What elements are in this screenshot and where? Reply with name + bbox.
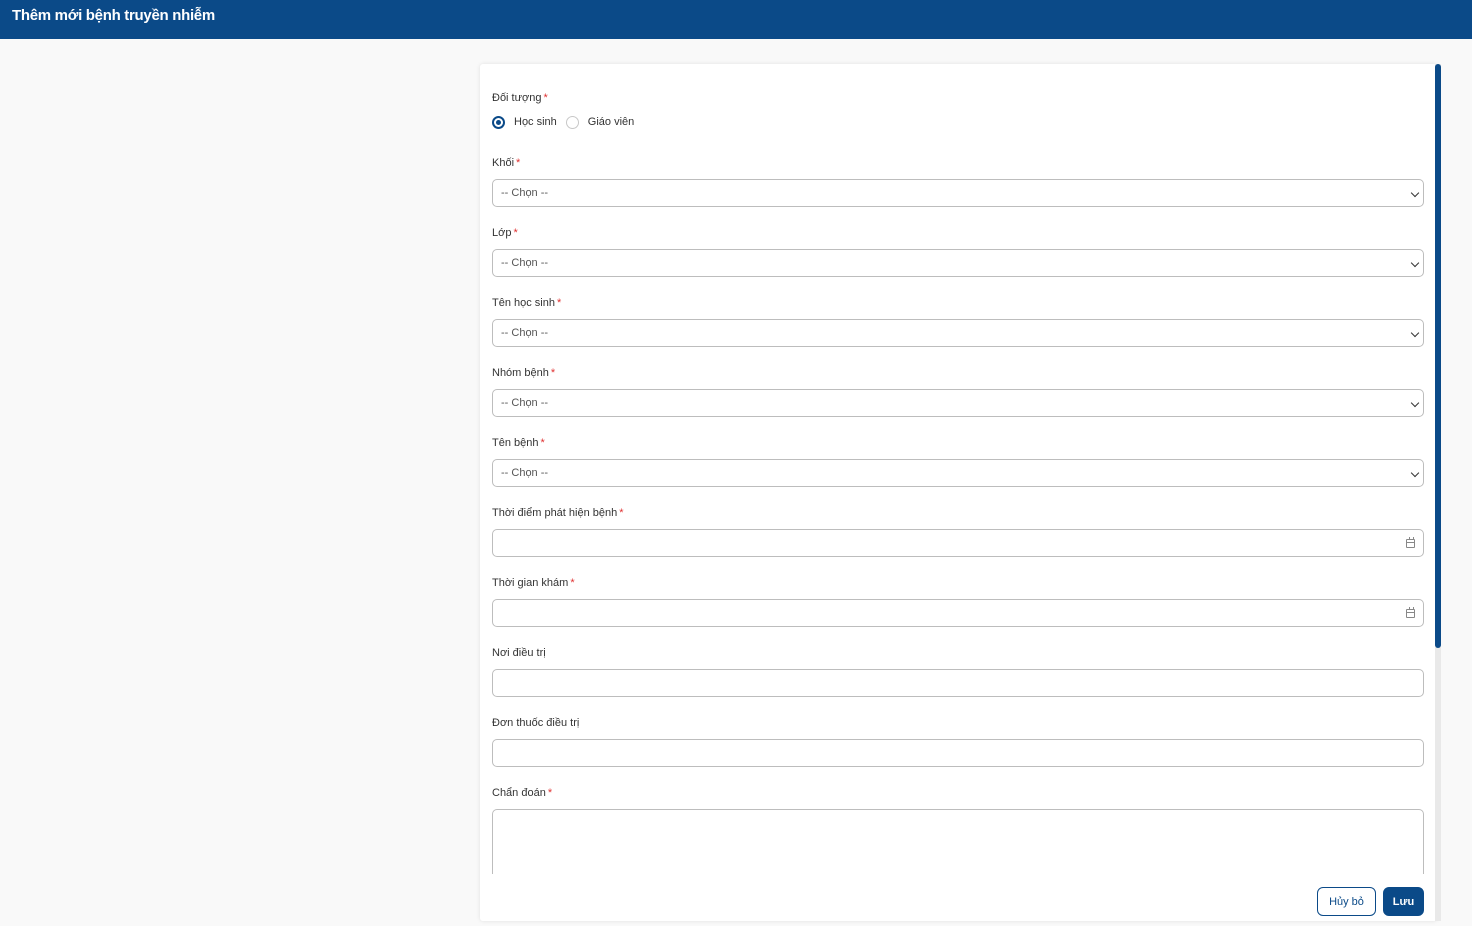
page-title: Thêm mới bệnh truyền nhiễm [12, 7, 215, 24]
select-nhom-benh-value: -- Chọn -- [501, 397, 549, 409]
form-panel: Đối tượng * Học sinh Giáo viên Khối * -- C… [480, 64, 1437, 921]
calendar-icon[interactable] [1406, 607, 1415, 618]
select-ten-hoc-sinh-value: -- Chọn -- [501, 327, 549, 339]
select-khoi[interactable]: -- Chọn -- [492, 179, 1424, 207]
label-nhom-benh: Nhóm bệnh * [492, 367, 556, 379]
calendar-icon[interactable] [1406, 537, 1415, 548]
scrollbar-thumb[interactable] [1435, 64, 1441, 648]
form-content: Đối tượng * Học sinh Giáo viên Khối * -- C… [492, 91, 1424, 874]
label-lop: Lớp * [492, 227, 518, 239]
date-input-thoi-gian-kham[interactable] [492, 599, 1424, 627]
field-ten-benh: Tên bệnh * -- Chọn -- [492, 436, 1424, 487]
label-thoi-diem-phat-hien: Thời điểm phát hiện bệnh * [492, 507, 624, 519]
chevron-down-icon [1410, 188, 1420, 198]
select-ten-benh[interactable]: -- Chọn -- [492, 459, 1424, 487]
chevron-down-icon [1410, 468, 1420, 478]
select-khoi-value: -- Chọn -- [501, 187, 549, 199]
chevron-down-icon [1410, 398, 1420, 408]
select-nhom-benh[interactable]: -- Chọn -- [492, 389, 1424, 417]
radio-hoc-sinh[interactable] [492, 115, 505, 129]
label-khoi: Khối * [492, 157, 521, 169]
radio-label-giao-vien[interactable]: Giáo viên [588, 116, 634, 128]
field-nhom-benh: Nhóm bệnh * -- Chọn -- [492, 366, 1424, 417]
field-don-thuoc: Đơn thuốc điều trị [492, 716, 1424, 767]
label-noi-dieu-tri: Nơi điều trị [492, 647, 546, 659]
field-noi-dieu-tri: Nơi điều trị [492, 646, 1424, 697]
label-don-thuoc: Đơn thuốc điều trị [492, 717, 580, 729]
field-doi-tuong: Đối tượng * Học sinh Giáo viên [492, 91, 1424, 131]
save-button[interactable]: Lưu [1383, 887, 1424, 916]
select-lop[interactable]: -- Chọn -- [492, 249, 1424, 277]
field-thoi-gian-kham: Thời gian khám * [492, 576, 1424, 627]
field-khoi: Khối * -- Chọn -- [492, 156, 1424, 207]
cancel-button[interactable]: Hủy bỏ [1317, 887, 1376, 916]
chevron-down-icon [1410, 328, 1420, 338]
field-lop: Lớp * -- Chọn -- [492, 226, 1424, 277]
input-don-thuoc[interactable] [492, 739, 1424, 767]
label-thoi-gian-kham: Thời gian khám * [492, 577, 575, 589]
radio-giao-vien[interactable] [565, 115, 579, 129]
date-input-thoi-diem-phat-hien[interactable] [492, 529, 1424, 557]
field-ten-hoc-sinh: Tên học sinh * -- Chọn -- [492, 296, 1424, 347]
chevron-down-icon [1410, 258, 1420, 268]
radio-label-hoc-sinh[interactable]: Học sinh [514, 116, 557, 128]
radio-group-doi-tuong: Học sinh Giáo viên [492, 113, 1424, 131]
field-chan-doan: Chẩn đoán * [492, 786, 1424, 874]
label-doi-tuong: Đối tượng * [492, 92, 548, 104]
select-ten-benh-value: -- Chọn -- [501, 467, 549, 479]
input-noi-dieu-tri[interactable] [492, 669, 1424, 697]
app-header: Thêm mới bệnh truyền nhiễm [0, 0, 1472, 39]
select-lop-value: -- Chọn -- [501, 257, 549, 269]
field-thoi-diem-phat-hien: Thời điểm phát hiện bệnh * [492, 506, 1424, 557]
select-ten-hoc-sinh[interactable]: -- Chọn -- [492, 319, 1424, 347]
label-ten-hoc-sinh: Tên học sinh * [492, 297, 562, 309]
label-chan-doan: Chẩn đoán * [492, 787, 553, 799]
label-ten-benh: Tên bệnh * [492, 437, 545, 449]
textarea-chan-doan[interactable] [492, 809, 1424, 874]
